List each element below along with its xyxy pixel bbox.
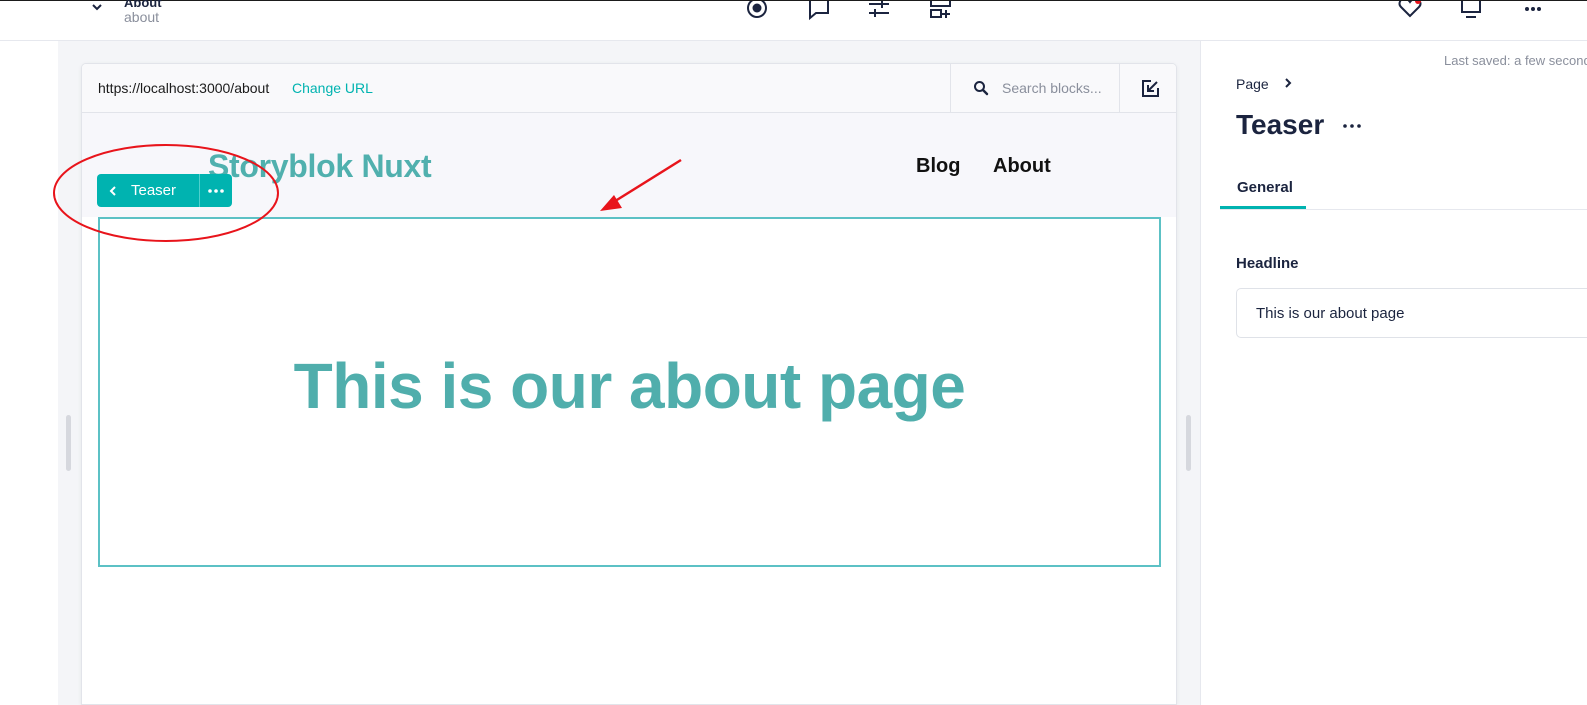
preview-url: https://localhost:3000/about	[98, 80, 270, 96]
panel-title: Teaser	[1236, 109, 1325, 140]
more-options-icon[interactable]	[1342, 122, 1362, 130]
comment-icon[interactable]	[806, 1, 832, 21]
breadcrumb[interactable]: Page	[1236, 76, 1269, 92]
panel-tabs: General	[1220, 167, 1587, 210]
target-icon[interactable]	[744, 1, 770, 21]
nav-link-about[interactable]: About	[993, 155, 1051, 178]
left-gutter	[0, 41, 58, 705]
teaser-parent-button[interactable]: Teaser	[97, 174, 199, 207]
block-editor-panel: Last saved: a few seconds ago Page Tease…	[1200, 41, 1587, 705]
top-bar: About about	[0, 0, 1587, 41]
chevron-down-icon[interactable]	[88, 1, 106, 17]
nav-link-blog[interactable]: Blog	[916, 155, 960, 178]
collapse-preview-button[interactable]	[1119, 64, 1176, 113]
url-bar: https://localhost:3000/about Change URL …	[82, 64, 1176, 113]
resize-handle-left[interactable]	[66, 415, 71, 471]
tab-general[interactable]: General	[1237, 179, 1293, 196]
search-icon	[974, 81, 989, 96]
sliders-icon[interactable]	[866, 1, 892, 21]
preview-frame: https://localhost:3000/about Change URL …	[81, 63, 1177, 705]
site-header: Storyblok Nuxt Blog About	[82, 113, 1176, 217]
search-placeholder: Search blocks...	[1002, 80, 1102, 96]
headline-label: Headline	[1236, 255, 1299, 272]
block-options-button[interactable]	[199, 174, 232, 207]
block-toolbar: Teaser	[97, 174, 232, 207]
favorite-icon[interactable]	[1397, 1, 1423, 21]
device-preview-icon[interactable]	[1458, 1, 1484, 21]
teaser-headline: This is our about page	[293, 350, 966, 422]
last-saved-status: Last saved: a few seconds ago	[1444, 53, 1587, 68]
change-url-link[interactable]: Change URL	[292, 80, 373, 96]
teaser-block[interactable]: This is our about page	[98, 217, 1161, 567]
arrow-in-box-icon	[1142, 80, 1159, 97]
story-slug: about	[124, 9, 160, 25]
more-options-icon[interactable]	[1520, 1, 1546, 21]
headline-input[interactable]: This is our about page	[1236, 288, 1587, 338]
more-options-icon	[208, 188, 224, 193]
chevron-left-icon	[109, 185, 116, 196]
add-block-icon[interactable]	[928, 1, 954, 21]
site-logo[interactable]: Storyblok Nuxt	[208, 148, 432, 185]
chevron-right-icon	[1285, 78, 1292, 88]
search-blocks[interactable]: Search blocks...	[950, 64, 1120, 113]
active-tab-indicator	[1220, 206, 1306, 209]
block-toolbar-label: Teaser	[131, 182, 177, 199]
resize-handle-right[interactable]	[1186, 415, 1191, 471]
